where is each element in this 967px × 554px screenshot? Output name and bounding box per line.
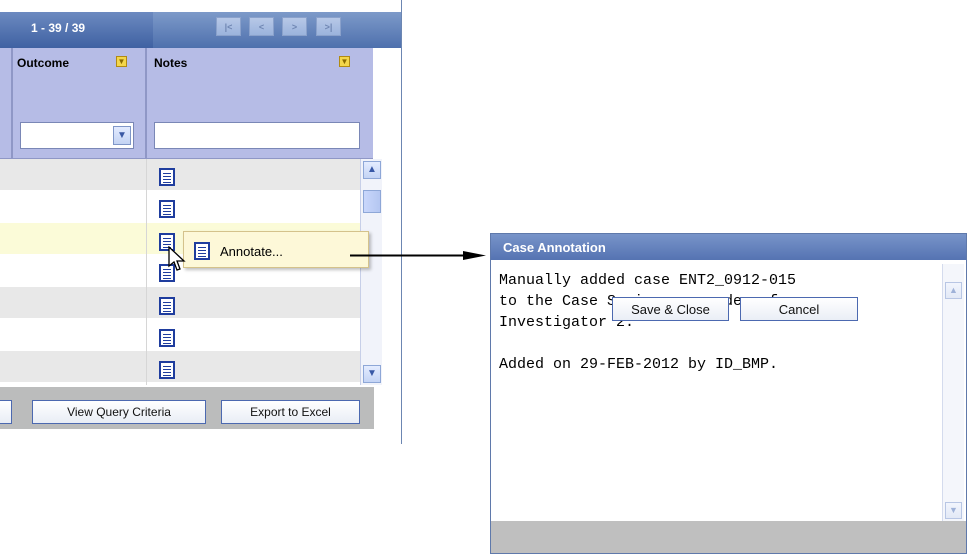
table-row[interactable] (0, 191, 360, 223)
column-divider[interactable] (11, 48, 13, 159)
annotate-menu-item[interactable]: Annotate... (220, 244, 283, 259)
note-document-icon[interactable] (159, 297, 175, 315)
table-row[interactable] (0, 319, 360, 351)
chevron-down-icon[interactable]: ▼ (113, 126, 131, 145)
case-annotation-dialog: Case Annotation Manually added case ENT2… (490, 233, 967, 554)
context-menu: Annotate... (183, 231, 369, 268)
dialog-title: Case Annotation (491, 234, 966, 260)
scroll-down-icon[interactable]: ▼ (945, 502, 962, 519)
notes-column-title[interactable]: Notes (154, 56, 187, 70)
scroll-up-icon[interactable]: ▲ (363, 161, 381, 179)
save-close-button[interactable]: Save & Close (612, 297, 729, 321)
first-page-button[interactable]: |< (216, 17, 241, 36)
mouse-pointer-icon (168, 246, 186, 271)
table-row[interactable] (0, 287, 360, 319)
cancel-button[interactable]: Cancel (740, 297, 858, 321)
grid-body (0, 159, 360, 385)
column-divider[interactable] (145, 48, 147, 159)
annotate-menu-icon (194, 242, 210, 260)
grid-vertical-scrollbar[interactable]: ▲ ▼ (360, 159, 382, 385)
annotation-scrollbar[interactable]: ▲ ▼ (942, 264, 964, 522)
note-document-icon[interactable] (159, 200, 175, 218)
note-document-icon[interactable] (159, 168, 175, 186)
note-document-icon[interactable] (159, 361, 175, 379)
header-right-gap (373, 48, 401, 159)
column-separator (146, 159, 147, 385)
sort-arrow-icon[interactable]: ▼ (116, 56, 127, 67)
outcome-column-title[interactable]: Outcome (17, 56, 69, 70)
scroll-down-icon[interactable]: ▼ (363, 365, 381, 383)
view-query-criteria-button[interactable]: View Query Criteria (32, 400, 206, 424)
table-row[interactable] (0, 351, 360, 383)
next-page-button[interactable]: > (282, 17, 307, 36)
sort-arrow-icon[interactable]: ▼ (339, 56, 350, 67)
case-grid-panel: 1 - 39 / 39 |< < > >| Outcome ▼ Notes ▼ … (0, 0, 402, 444)
outcome-filter-select[interactable]: ▼ (20, 122, 134, 149)
dialog-footer (491, 521, 966, 553)
note-document-icon[interactable] (159, 329, 175, 347)
notes-filter-input[interactable] (154, 122, 360, 149)
scroll-up-icon[interactable]: ▲ (945, 282, 962, 299)
scroll-thumb[interactable] (363, 190, 381, 213)
connector-arrow-icon (350, 251, 486, 260)
pager-count: 1 - 39 / 39 (31, 21, 86, 35)
export-to-excel-button[interactable]: Export to Excel (221, 400, 360, 424)
table-row[interactable] (0, 159, 360, 191)
footer-button-partial[interactable] (0, 400, 12, 424)
last-page-button[interactable]: >| (316, 17, 341, 36)
previous-page-button[interactable]: < (249, 17, 274, 36)
